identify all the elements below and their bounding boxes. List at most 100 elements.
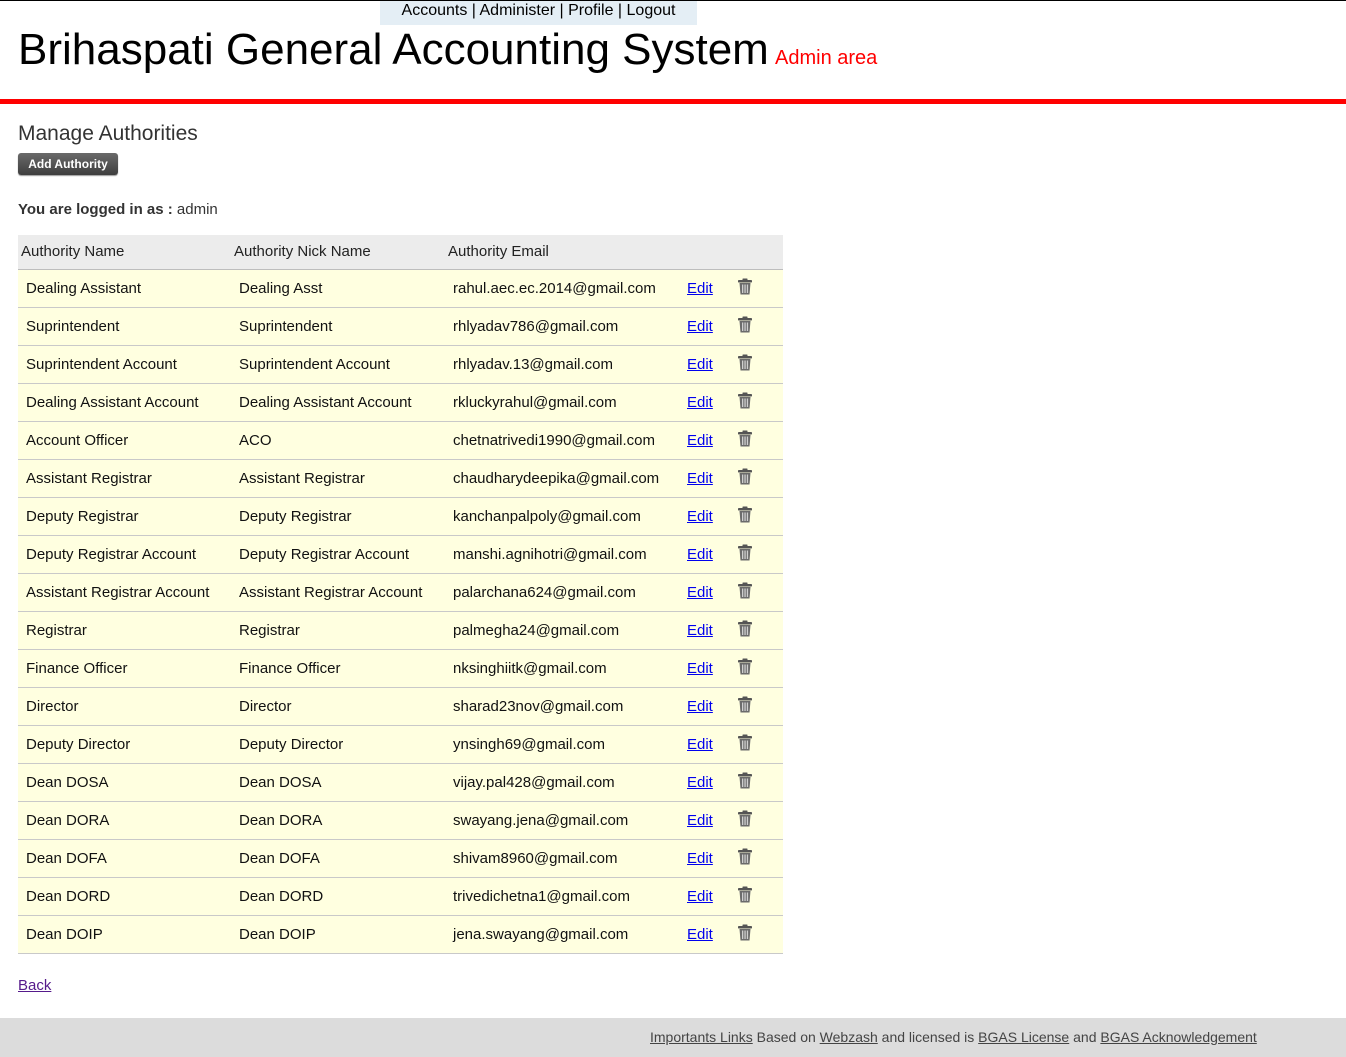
- authority-name-cell: Assistant Registrar Account: [18, 573, 231, 612]
- authority-nick-name-cell: Dean DOFA: [231, 839, 445, 878]
- delete-trash-icon[interactable]: [737, 544, 753, 565]
- nav-logout-link[interactable]: Logout: [627, 2, 676, 19]
- authority-nick-name-cell: Dealing Asst: [231, 269, 445, 308]
- delete-trash-icon[interactable]: [737, 620, 753, 641]
- delete-cell: [737, 459, 783, 498]
- edit-link[interactable]: Edit: [687, 356, 713, 373]
- footer-text-and: and: [1069, 1029, 1101, 1045]
- authority-name-cell: Dealing Assistant: [18, 269, 231, 308]
- delete-cell: [737, 383, 783, 422]
- delete-trash-icon[interactable]: [737, 506, 753, 527]
- delete-cell: [737, 839, 783, 878]
- delete-trash-icon[interactable]: [737, 772, 753, 793]
- delete-trash-icon[interactable]: [737, 392, 753, 413]
- edit-link[interactable]: Edit: [687, 546, 713, 563]
- authority-name-cell: Dean DOSA: [18, 763, 231, 802]
- authority-nick-name-cell: Dean DOSA: [231, 763, 445, 802]
- delete-trash-icon[interactable]: [737, 278, 753, 299]
- authority-email-cell: chetnatrivedi1990@gmail.com: [445, 421, 681, 460]
- authority-email-cell: manshi.agnihotri@gmail.com: [445, 535, 681, 574]
- edit-cell: Edit: [681, 269, 737, 308]
- footer-acknowledgement-link[interactable]: BGAS Acknowledgement: [1100, 1029, 1256, 1045]
- delete-trash-icon[interactable]: [737, 354, 753, 375]
- delete-cell: [737, 687, 783, 726]
- column-header-authority-name: Authority Name: [18, 235, 231, 270]
- delete-trash-icon[interactable]: [737, 886, 753, 907]
- edit-link[interactable]: Edit: [687, 584, 713, 601]
- authority-nick-name-cell: Deputy Director: [231, 725, 445, 764]
- authority-nick-name-cell: Suprintendent: [231, 307, 445, 346]
- table-row: Dean DORD Dean DORD trivedichetna1@gmail.c…: [18, 877, 783, 916]
- delete-trash-icon[interactable]: [737, 582, 753, 603]
- table-row: Deputy Director Deputy Director ynsingh69@…: [18, 725, 783, 764]
- edit-link[interactable]: Edit: [687, 508, 713, 525]
- app-title: Brihaspati General Accounting System: [18, 25, 769, 74]
- edit-cell: Edit: [681, 801, 737, 840]
- authority-nick-name-cell: Dean DORA: [231, 801, 445, 840]
- delete-trash-icon[interactable]: [737, 810, 753, 831]
- edit-cell: Edit: [681, 877, 737, 916]
- delete-trash-icon[interactable]: [737, 430, 753, 451]
- admin-area-label: Admin area: [775, 47, 878, 69]
- edit-link[interactable]: Edit: [687, 888, 713, 905]
- delete-trash-icon[interactable]: [737, 696, 753, 717]
- authority-nick-name-cell: Assistant Registrar Account: [231, 573, 445, 612]
- edit-link[interactable]: Edit: [687, 850, 713, 867]
- authority-email-cell: chaudharydeepika@gmail.com: [445, 459, 681, 498]
- edit-link[interactable]: Edit: [687, 774, 713, 791]
- edit-link[interactable]: Edit: [687, 698, 713, 715]
- authority-nick-name-cell: Dean DORD: [231, 877, 445, 916]
- nav-profile-link[interactable]: Profile: [568, 2, 613, 19]
- edit-cell: Edit: [681, 345, 737, 384]
- delete-trash-icon[interactable]: [737, 316, 753, 337]
- delete-trash-icon[interactable]: [737, 468, 753, 489]
- edit-link[interactable]: Edit: [687, 394, 713, 411]
- delete-trash-icon[interactable]: [737, 658, 753, 679]
- authority-email-cell: rahul.aec.ec.2014@gmail.com: [445, 269, 681, 308]
- footer: Importants Links Based on Webzash and li…: [0, 1018, 1346, 1057]
- edit-cell: Edit: [681, 763, 737, 802]
- table-row: Assistant Registrar Account Assistant Reg…: [18, 573, 783, 612]
- footer-webzash-link[interactable]: Webzash: [820, 1029, 878, 1045]
- delete-cell: [737, 649, 783, 688]
- footer-important-links[interactable]: Importants Links: [650, 1029, 753, 1045]
- authority-email-cell: trivedichetna1@gmail.com: [445, 877, 681, 916]
- authority-email-cell: sharad23nov@gmail.com: [445, 687, 681, 726]
- delete-trash-icon[interactable]: [737, 848, 753, 869]
- delete-trash-icon[interactable]: [737, 734, 753, 755]
- edit-link[interactable]: Edit: [687, 432, 713, 449]
- authority-email-cell: palarchana624@gmail.com: [445, 573, 681, 612]
- delete-cell: [737, 345, 783, 384]
- edit-link[interactable]: Edit: [687, 470, 713, 487]
- delete-trash-icon[interactable]: [737, 924, 753, 945]
- logged-in-label: You are logged in as :: [18, 201, 173, 218]
- delete-cell: [737, 915, 783, 954]
- authority-name-cell: Deputy Director: [18, 725, 231, 764]
- nav-separator: |: [613, 2, 627, 19]
- column-header-authority-nick-name: Authority Nick Name: [231, 235, 445, 270]
- footer-license-link[interactable]: BGAS License: [978, 1029, 1069, 1045]
- edit-link[interactable]: Edit: [687, 926, 713, 943]
- logged-in-user: admin: [176, 201, 218, 218]
- column-header-delete: [737, 235, 783, 270]
- authority-email-cell: palmegha24@gmail.com: [445, 611, 681, 650]
- edit-link[interactable]: Edit: [687, 660, 713, 677]
- edit-link[interactable]: Edit: [687, 736, 713, 753]
- top-navigation: Accounts | Administer | Profile | Logout: [380, 1, 697, 25]
- add-authority-button[interactable]: Add Authority: [18, 153, 118, 175]
- back-link[interactable]: Back: [18, 977, 51, 994]
- authority-nick-name-cell: Assistant Registrar: [231, 459, 445, 498]
- nav-accounts-link[interactable]: Accounts: [402, 2, 468, 19]
- logged-in-status: You are logged in as : admin: [18, 201, 218, 218]
- edit-link[interactable]: Edit: [687, 622, 713, 639]
- edit-link[interactable]: Edit: [687, 812, 713, 829]
- authority-email-cell: shivam8960@gmail.com: [445, 839, 681, 878]
- edit-link[interactable]: Edit: [687, 280, 713, 297]
- delete-cell: [737, 877, 783, 916]
- authority-nick-name-cell: Deputy Registrar Account: [231, 535, 445, 574]
- delete-cell: [737, 269, 783, 308]
- authority-email-cell: jena.swayang@gmail.com: [445, 915, 681, 954]
- nav-administer-link[interactable]: Administer: [480, 2, 556, 19]
- edit-link[interactable]: Edit: [687, 318, 713, 335]
- delete-cell: [737, 725, 783, 764]
